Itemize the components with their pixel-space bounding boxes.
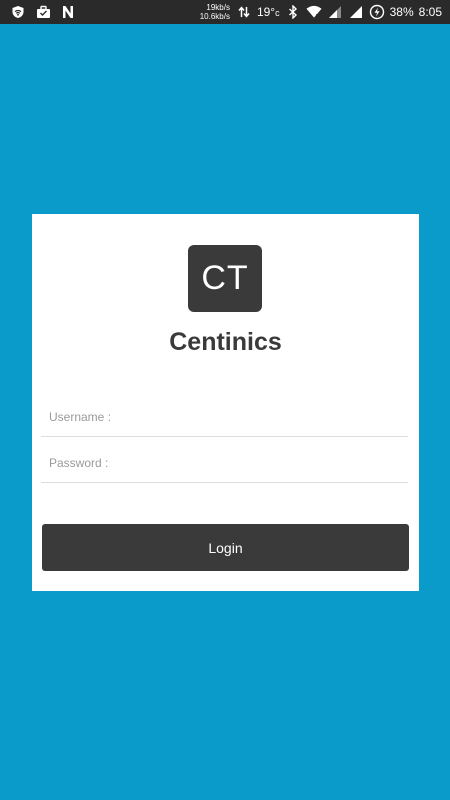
net-speed-up: 19kb/s — [206, 3, 230, 12]
battery-percent: 38% — [389, 5, 414, 19]
username-field — [41, 397, 408, 437]
login-screen: 19kb/s 10.6kb/s 19°c 38% 8:05 CT Centini… — [0, 0, 450, 800]
net-speed-down: 10.6kb/s — [199, 12, 230, 21]
battery-saver-icon — [369, 4, 385, 20]
weather-temperature: 19°c — [257, 5, 280, 19]
password-field — [41, 443, 408, 483]
wifi-icon — [306, 4, 322, 20]
status-clock: 8:05 — [418, 5, 442, 19]
status-bar: 19kb/s 10.6kb/s 19°c 38% 8:05 — [0, 0, 450, 24]
vpn-shield-icon — [10, 4, 26, 20]
temperature-unit: c — [275, 8, 280, 18]
work-briefcase-icon — [35, 4, 51, 20]
app-name: Centinics — [169, 328, 282, 356]
login-card: CT Centinics Login — [32, 214, 419, 591]
signal-icon — [327, 4, 343, 20]
bluetooth-icon — [285, 4, 301, 20]
app-logo: CT — [188, 245, 262, 312]
password-input[interactable] — [41, 443, 408, 482]
login-button[interactable]: Login — [42, 524, 409, 571]
data-arrows-icon — [236, 4, 252, 20]
n-notification-icon — [60, 4, 76, 20]
username-input[interactable] — [41, 397, 408, 436]
network-speed: 19kb/s 10.6kb/s — [200, 3, 230, 21]
temperature-value: 19° — [256, 5, 276, 19]
signal-icon-2 — [348, 4, 364, 20]
